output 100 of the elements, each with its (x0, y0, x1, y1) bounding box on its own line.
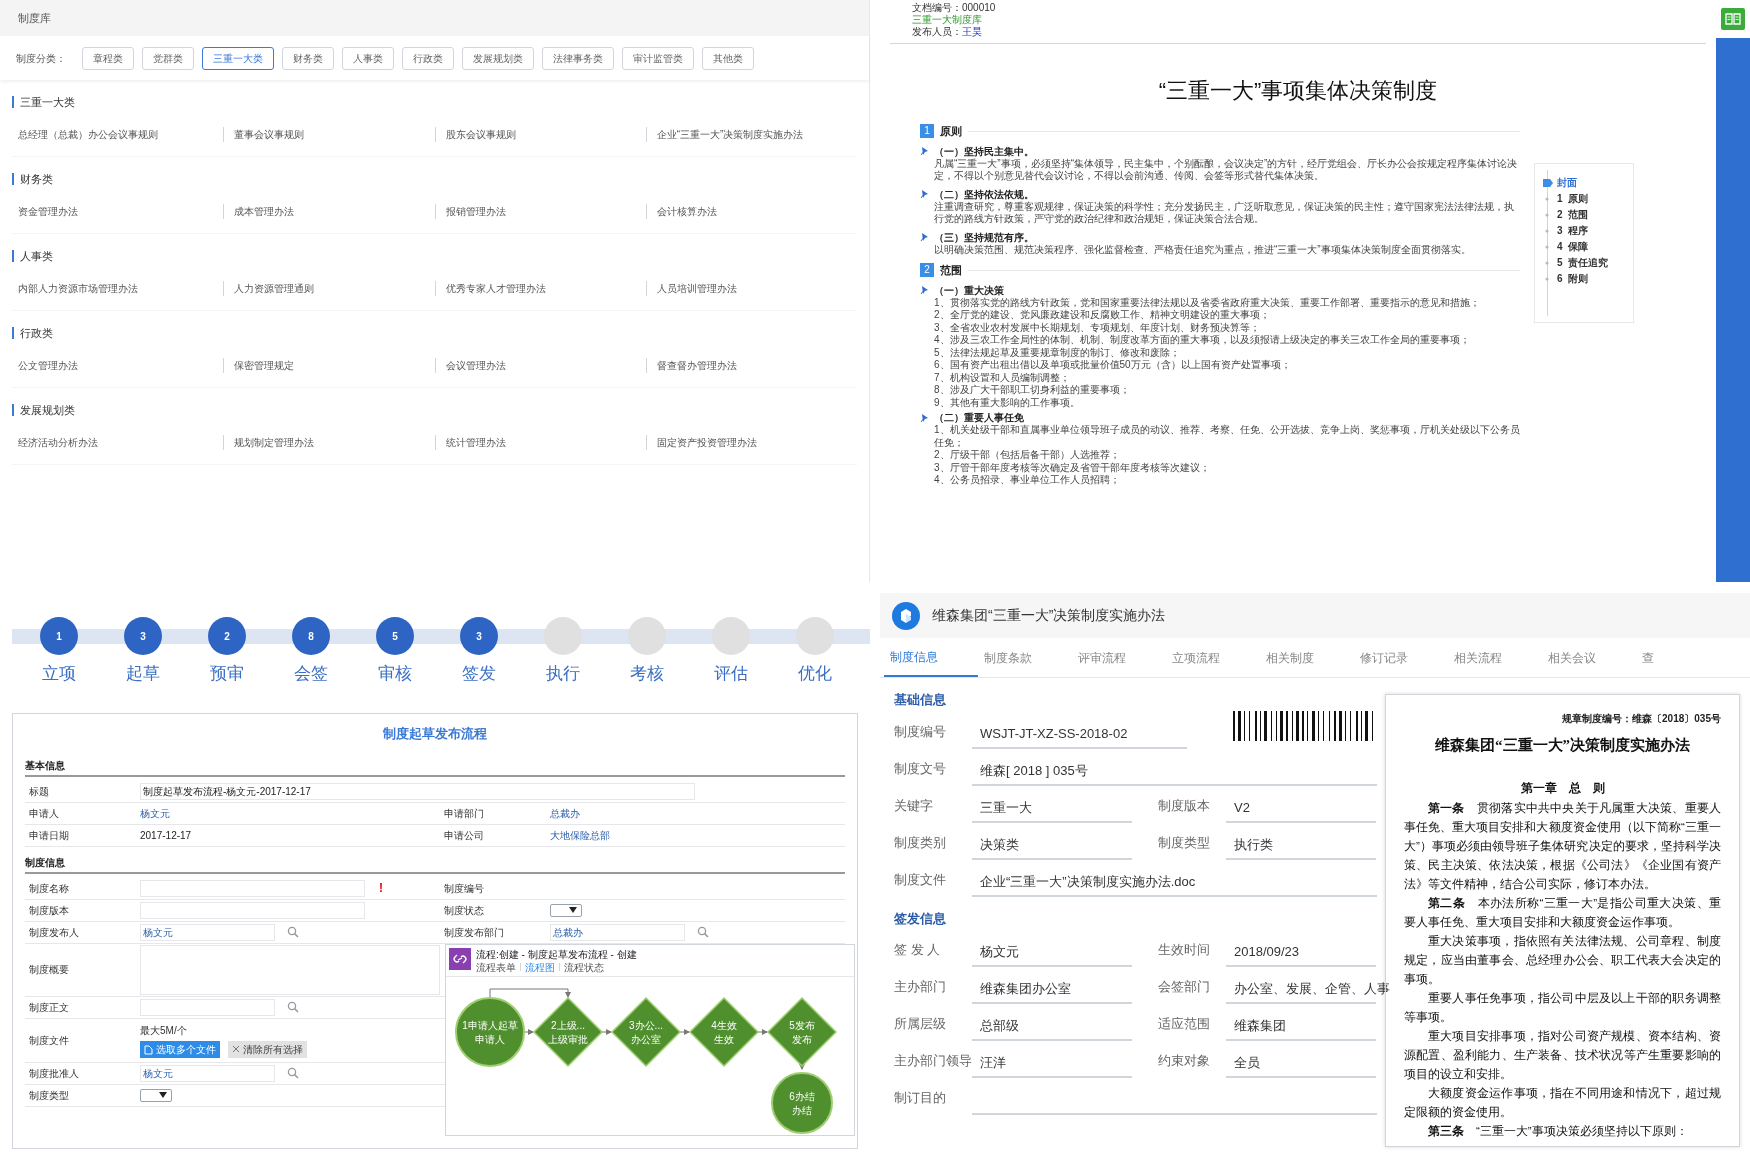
input-field[interactable]: 杨文元 (140, 1064, 275, 1082)
input-field[interactable]: 总裁办 (550, 923, 685, 941)
policy-link[interactable]: 督查督办管理办法 (656, 357, 737, 373)
search-icon[interactable] (287, 1067, 299, 1079)
policy-link[interactable]: 董事会议事规则 (234, 126, 305, 142)
link-value[interactable]: 杨文元 (140, 805, 170, 821)
flow-tab[interactable]: 流程状态 (564, 960, 604, 974)
step-label: 评估 (714, 663, 748, 685)
input-field[interactable]: 制度起草发布流程-杨文元-2017-12-17 (140, 782, 695, 800)
search-icon[interactable] (287, 1001, 299, 1013)
field-label: 制度发布人 (29, 925, 79, 940)
link-value[interactable]: 总裁办 (550, 805, 580, 821)
policy-link[interactable]: 优秀专家人才管理办法 (445, 280, 546, 296)
field-value: 2018/09/23 (1234, 943, 1300, 962)
category-tab[interactable]: 财务类 (282, 46, 334, 70)
section-heading: 基本信息 (25, 758, 65, 773)
tab[interactable]: 查 (1636, 638, 1666, 677)
text-area[interactable] (140, 944, 440, 995)
flow-tab[interactable]: 流程图 (525, 960, 555, 974)
policy-link[interactable]: 会议管理办法 (445, 357, 506, 373)
flow-node[interactable]: 5发布 发布 (766, 996, 838, 1067)
tab[interactable]: 修订记录 (1354, 638, 1448, 677)
outline-link[interactable]: 3 程序 (1557, 224, 1589, 238)
field-value: 企业“三重一大”决策制度实施办法.doc (980, 872, 1196, 891)
field-label: 制度文件 (29, 1033, 69, 1048)
tab[interactable]: 制度条款 (978, 638, 1072, 677)
select-field[interactable] (140, 1088, 172, 1102)
subsection-title: （三）坚持规范有序。 (934, 230, 1034, 244)
category-tab[interactable]: 三重一大类 (202, 46, 274, 70)
outline-link[interactable]: 2 范围 (1557, 208, 1589, 222)
policy-link[interactable]: 经济活动分析办法 (18, 434, 98, 450)
flow-tab[interactable]: 流程表单 (476, 960, 516, 974)
list-item: 7、机构设置和人员编制调整； (933, 371, 1071, 384)
clear-selection-button[interactable]: 清除所有选择 (228, 1040, 307, 1058)
field-value: 总部级 (980, 1017, 1019, 1036)
pin-icon (920, 285, 930, 295)
outline-link[interactable]: 1 原则 (1557, 192, 1589, 206)
policy-link[interactable]: 总经理（总裁）办公会议事规则 (18, 126, 158, 142)
policy-link[interactable]: 资金管理办法 (18, 203, 78, 219)
category-tab[interactable]: 人事类 (342, 46, 394, 70)
flow-arrow (523, 1028, 534, 1035)
field-label: 制订目的 (894, 1090, 946, 1105)
policy-link[interactable]: 报销管理办法 (445, 203, 506, 219)
policy-link[interactable]: 成本管理办法 (234, 203, 295, 219)
policy-link[interactable]: 规划制定管理办法 (234, 434, 315, 450)
heading-marker (12, 96, 14, 109)
tab[interactable]: 评审流程 (1072, 638, 1166, 677)
policy-link[interactable]: 会计核算办法 (656, 203, 717, 219)
category-tab[interactable]: 章程类 (82, 46, 134, 70)
tab[interactable]: 立项流程 (1166, 638, 1260, 677)
category-tab[interactable]: 党群类 (142, 46, 194, 70)
category-tab[interactable]: 审计监管类 (622, 46, 694, 70)
outline-link[interactable]: 封面 (1557, 176, 1577, 190)
field-label: 制度文件 (894, 871, 946, 887)
input-field[interactable] (140, 901, 365, 919)
input-field[interactable]: 杨文元 (140, 923, 275, 941)
list-item: 8、涉及广大干部职工切身利益的重要事项； (933, 384, 1131, 397)
policy-link[interactable]: 固定资产投资管理办法 (656, 434, 757, 450)
step-label: 立项 (42, 663, 76, 685)
flow-arrow (799, 1063, 805, 1070)
search-icon[interactable] (697, 926, 709, 938)
field-label: 主办部门领导 (894, 1053, 972, 1068)
search-icon[interactable] (287, 926, 299, 938)
input-field[interactable] (140, 879, 365, 897)
category-tab[interactable]: 行政类 (402, 46, 454, 70)
chapter-heading: 第一章 总 则 (1520, 779, 1605, 797)
select-field[interactable] (550, 903, 582, 917)
paragraph: 第二条 本办法所称“三重一大”是指公司重大决策、重要人事任免、重大项目安排和大额度资金运作事项。 (1404, 895, 1721, 930)
flow-node[interactable]: 3办公... 办公室 (610, 996, 682, 1067)
policy-link[interactable]: 统计管理办法 (445, 434, 506, 450)
list-item: 1、贯彻落实党的路线方针政策，党和国家重要法律法规以及省委省政府重大决策、重要工作部署、重要指示的意见和措施； (933, 296, 1481, 309)
step-label: 执行 (546, 663, 580, 685)
link-value[interactable]: 大地保险总部 (550, 827, 610, 843)
policy-link[interactable]: 公文管理办法 (18, 357, 78, 373)
policy-link[interactable]: 内部人力资源市场管理办法 (18, 280, 138, 296)
policy-link[interactable]: 保密管理规定 (234, 357, 295, 373)
category-tab[interactable]: 发展规划类 (462, 46, 534, 70)
outline-link[interactable]: 5 责任追究 (1557, 256, 1609, 270)
book-icon[interactable] (1721, 8, 1745, 30)
policy-link[interactable]: 人员培训管理办法 (656, 280, 737, 296)
field-value: 维森[ 2018 ] 035号 (980, 761, 1088, 780)
category-tab[interactable]: 法律事务类 (542, 46, 614, 70)
outline-link[interactable]: 6 附则 (1557, 272, 1589, 286)
flow-node[interactable]: 4生效 生效 (688, 996, 760, 1067)
flow-node[interactable]: 1申请人起草 申请人 (455, 996, 525, 1067)
tab[interactable]: 制度信息 (884, 638, 978, 677)
size-hint: 最大5M/个 (140, 1023, 187, 1038)
publisher-label: 发布人员： (912, 26, 962, 38)
flow-node[interactable]: 2上级... 上级审批 (532, 996, 604, 1067)
outline-link[interactable]: 4 保障 (1557, 240, 1589, 254)
policy-link[interactable]: 企业“三重一大”决策制度实施办法 (656, 126, 804, 142)
policy-link[interactable]: 人力资源管理通则 (234, 280, 315, 296)
tab[interactable]: 相关会议 (1542, 638, 1636, 677)
category-tab[interactable]: 其他类 (702, 46, 754, 70)
input-field[interactable] (140, 998, 275, 1016)
tab[interactable]: 相关制度 (1260, 638, 1354, 677)
flow-node[interactable]: 6办结 办结 (771, 1071, 833, 1134)
tab[interactable]: 相关流程 (1448, 638, 1542, 677)
section-number: 2 (920, 263, 934, 278)
policy-link[interactable]: 股东会议事规则 (445, 126, 516, 142)
